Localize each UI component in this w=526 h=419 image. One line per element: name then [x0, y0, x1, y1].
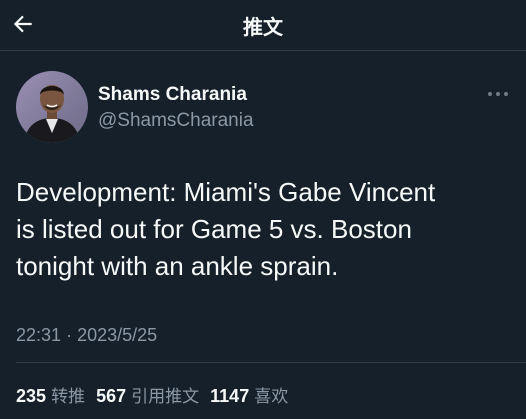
engagement-stats: 235 转推 567 引用推文 1147 喜欢	[16, 382, 294, 407]
timestamp-separator: ·	[66, 325, 73, 345]
user-avatar	[16, 71, 88, 143]
retweets-stat[interactable]: 235 转推	[16, 386, 90, 407]
quotes-count: 567	[96, 386, 127, 406]
author-avatar[interactable]	[16, 71, 88, 143]
more-horizontal-icon	[488, 92, 508, 96]
author-name[interactable]: Shams Charania	[98, 84, 247, 106]
tweet-text: Development: Miami's Gabe Vincent is lis…	[16, 177, 436, 281]
retweets-label: 转推	[51, 387, 86, 407]
tweet-time: 22:31	[16, 325, 62, 345]
likes-label: 喜欢	[254, 387, 289, 407]
quotes-label: 引用推文	[131, 387, 200, 407]
tweet-timestamp[interactable]: 22:31 · 2023/5/25	[16, 325, 157, 346]
quotes-stat[interactable]: 567 引用推文	[96, 386, 204, 407]
top-bar: 推文	[0, 0, 526, 51]
tweet-date: 2023/5/25	[77, 325, 158, 345]
page-title: 推文	[243, 15, 283, 39]
author-handle[interactable]: @ShamsCharania	[98, 110, 254, 132]
more-options-button[interactable]	[484, 86, 512, 102]
likes-stat[interactable]: 1147 喜欢	[210, 386, 289, 407]
retweets-count: 235	[16, 386, 47, 406]
divider	[16, 362, 526, 363]
likes-count: 1147	[210, 386, 250, 406]
